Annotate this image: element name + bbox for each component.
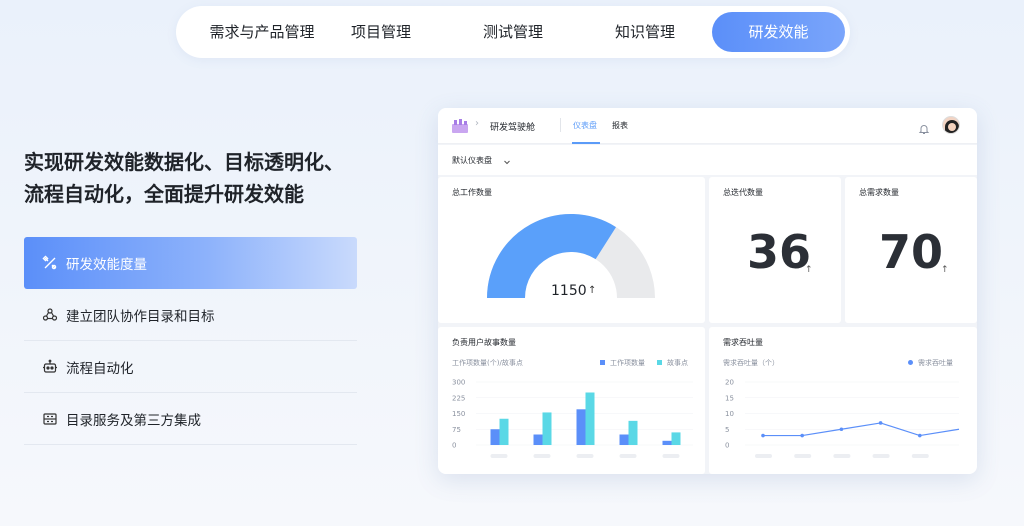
y-tick-label: 225 [452,394,465,402]
arrow-up-icon: ↑ [805,265,813,275]
y-tick-label: 150 [452,410,465,418]
x-tick-placeholder [794,454,812,458]
feature-label: 流程自动化 [66,360,134,377]
top-navigation: 需求与产品管理 项目管理 测试管理 知识管理 研发效能 [176,6,850,58]
feature-team-directory[interactable]: 建立团队协作目录和目标 [24,289,357,341]
x-tick-placeholder [576,454,594,458]
throughput-panel: 需求吞吐量 需求吞吐量（个） 需求吞吐量 0 5 10 15 20 [709,327,977,474]
y-tick-label: 10 [725,410,734,418]
bar [533,434,543,445]
feature-directory-integration[interactable]: 目录服务及第三方集成 [24,393,357,445]
tab-rd-efficiency[interactable]: 研发效能 [712,12,845,52]
integration-icon [42,411,58,427]
x-tick-placeholder [533,454,551,458]
tab-dashboard[interactable]: 仪表盘 [573,120,597,131]
hero-title: 实现研发效能数据化、目标透明化、 流程自动化，全面提升研发效能 [24,146,384,210]
bar-chart: 0 75 150 225 300 [452,379,693,458]
bar [542,412,552,445]
tab-knowledge[interactable]: 知识管理 [590,12,700,52]
bar [619,434,629,445]
y-tick-label: 15 [725,394,734,402]
bar [662,440,672,445]
feature-label: 目录服务及第三方集成 [66,412,201,429]
iterations-value: 36 [747,225,812,279]
bar [671,432,681,445]
data-point [761,433,765,438]
measure-icon [42,255,58,271]
y-tick-label: 0 [725,442,729,450]
total-iterations-panel: 总迭代数量 36 ↑ [709,177,841,323]
bar [585,392,595,445]
chevron-down-icon[interactable] [502,152,512,171]
chevron-right-icon: › [475,118,479,129]
hero-title-line2: 流程自动化，全面提升研发效能 [24,182,304,206]
dashboard-subheader: 默认仪表盘 [438,145,977,175]
panel-title: 总迭代数量 [723,188,763,197]
data-point [878,421,883,425]
y-tick-label: 300 [452,379,465,387]
dashboard-select[interactable]: 默认仪表盘 [452,155,492,166]
bar [628,420,638,445]
x-tick-placeholder [911,454,929,458]
x-tick-placeholder [833,454,851,458]
bar [490,429,500,445]
x-tick-placeholder [619,454,637,458]
gauge-value: 1150 [551,283,587,299]
requirements-value: 70 [879,225,944,279]
robot-icon [42,359,58,375]
data-point [839,427,844,432]
team-icon [42,307,58,323]
y-tick-label: 75 [452,426,461,434]
y-tick-label: 5 [725,426,729,434]
dashboard-header: › 研发驾驶舱 仪表盘 报表 [438,108,977,144]
y-tick-label: 20 [725,379,734,387]
tab-active-underline [572,142,600,144]
gauge-chart [487,214,655,299]
x-tick-placeholder [872,454,890,458]
data-point [800,433,804,438]
header-divider [560,118,561,132]
tab-project[interactable]: 项目管理 [326,12,436,52]
bar [576,409,586,445]
tab-reports[interactable]: 报表 [612,120,628,131]
bar [499,418,509,445]
avatar[interactable] [942,116,960,134]
feature-process-automation[interactable]: 流程自动化 [24,341,357,393]
line-chart: 0 5 10 15 20 [725,379,960,458]
arrow-up-icon: ↑ [941,265,949,275]
user-story-panel: 负责用户故事数量 工作项数量(个)/故事点 工作项数量 故事点 0 75 150 22… [438,327,705,474]
dashboard-preview: › 研发驾驶舱 仪表盘 报表 默认仪表盘 总工作数量 1150 ↑ 总迭代数量 … [438,108,977,474]
total-requirements-panel: 总需求数量 70 ↑ [845,177,977,323]
feature-rd-metrics[interactable]: 研发效能度量 [24,237,357,289]
x-tick-placeholder [755,454,772,458]
factory-logo-icon [451,118,469,138]
y-tick-label: 0 [452,442,456,450]
feature-label: 研发效能度量 [66,257,147,273]
feature-label: 建立团队协作目录和目标 [66,308,215,325]
hero-title-line1: 实现研发效能数据化、目标透明化、 [24,150,344,174]
bell-icon[interactable] [918,120,930,139]
x-tick-placeholder [662,454,680,458]
x-tick-placeholder [490,454,508,458]
breadcrumb: 研发驾驶舱 [490,123,536,133]
panel-title: 总需求数量 [859,188,899,197]
tab-requirements-product[interactable]: 需求与产品管理 [192,12,332,52]
data-point [918,433,922,438]
arrow-up-icon: ↑ [588,285,597,296]
total-work-panel: 总工作数量 1150 ↑ [438,177,705,323]
tab-testing[interactable]: 测试管理 [458,12,568,52]
